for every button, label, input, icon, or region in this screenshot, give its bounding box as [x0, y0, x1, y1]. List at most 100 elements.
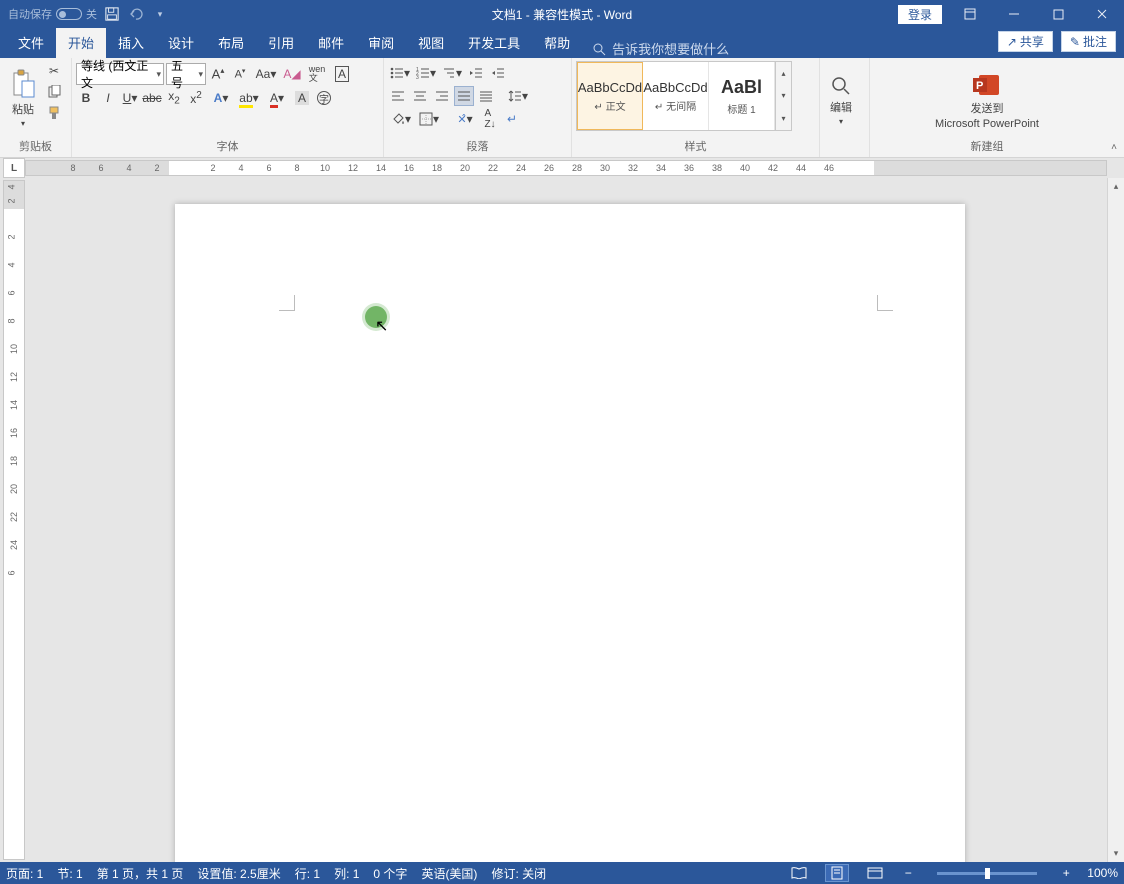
grow-font-button[interactable]: A▴ — [208, 64, 228, 84]
borders-button[interactable]: ▾ — [416, 109, 442, 129]
superscript-button[interactable]: x2 — [186, 88, 206, 108]
maximize-icon[interactable] — [1036, 0, 1080, 28]
undo-icon[interactable] — [127, 5, 145, 23]
style-nospacing[interactable]: AaBbCcDd ↵ 无间隔 — [643, 62, 709, 130]
scroll-down-icon[interactable]: ▾ — [1108, 845, 1124, 862]
highlight-button[interactable]: ab▾ — [236, 88, 262, 108]
change-case-button[interactable]: Aa▾ — [252, 64, 280, 84]
style-normal[interactable]: AaBbCcDd ↵ 正文 — [577, 62, 643, 130]
align-center-button[interactable] — [410, 86, 430, 106]
comments-button[interactable]: ✎批注 — [1061, 31, 1116, 52]
ruler-horizontal[interactable]: 8642246810121416182022242628303234363840… — [25, 160, 1107, 176]
align-left-button[interactable] — [388, 86, 408, 106]
editing-button[interactable]: 编辑 ▾ — [824, 61, 858, 140]
sort-button[interactable]: AZ↓ — [480, 109, 500, 129]
view-web-button[interactable] — [863, 864, 887, 882]
bold-button[interactable]: B — [76, 88, 96, 108]
web-icon — [867, 867, 883, 879]
bold-icon: B — [82, 91, 91, 105]
qat-more-icon[interactable]: ▾ — [151, 5, 169, 23]
ruler-vertical[interactable]: 42246810121416182022246 — [3, 180, 25, 860]
zoom-slider[interactable] — [937, 872, 1037, 875]
tell-me-search[interactable]: 告诉我你想要做什么 — [592, 39, 729, 58]
format-painter-button[interactable] — [44, 103, 64, 123]
cut-button[interactable]: ✂ — [44, 61, 64, 81]
tab-insert[interactable]: 插入 — [106, 28, 156, 58]
status-pages[interactable]: 第 1 页，共 1 页 — [97, 865, 184, 882]
align-right-button[interactable] — [432, 86, 452, 106]
tab-developer[interactable]: 开发工具 — [456, 28, 532, 58]
zoom-out-button[interactable]: − — [901, 866, 915, 880]
font-size-combo[interactable]: 五号 — [166, 63, 206, 85]
scroll-up-icon[interactable]: ▴ — [1108, 178, 1124, 195]
close-icon[interactable] — [1080, 0, 1124, 28]
autosave-control[interactable]: 自动保存 关 — [8, 6, 97, 22]
status-section[interactable]: 节: 1 — [57, 865, 82, 882]
tab-selector[interactable]: L — [3, 158, 25, 178]
collapse-ribbon-button[interactable]: ˄ — [1104, 58, 1124, 157]
underline-button[interactable]: U▾ — [120, 88, 140, 108]
decrease-indent-button[interactable] — [466, 63, 486, 83]
login-button[interactable]: 登录 — [898, 5, 942, 24]
eraser-icon: A◢ — [283, 67, 300, 81]
tab-references[interactable]: 引用 — [256, 28, 306, 58]
status-page[interactable]: 页面: 1 — [6, 865, 43, 882]
share-label: 共享 — [1020, 33, 1044, 50]
status-lang[interactable]: 英语(美国) — [421, 865, 477, 882]
view-read-button[interactable] — [787, 864, 811, 882]
font-name-combo[interactable]: 等线 (西文正文 — [76, 63, 164, 85]
tab-layout[interactable]: 布局 — [206, 28, 256, 58]
paste-button[interactable]: 粘贴 ▾ — [4, 61, 42, 136]
distributed-button[interactable] — [476, 86, 496, 106]
font-color-button[interactable]: A▾ — [264, 88, 290, 108]
page[interactable]: ↖ — [175, 204, 965, 862]
minimize-icon[interactable] — [992, 0, 1036, 28]
status-track[interactable]: 修订: 关闭 — [491, 865, 546, 882]
style-heading1[interactable]: AaBl 标题 1 — [709, 62, 775, 130]
styles-gallery[interactable]: AaBbCcDd ↵ 正文 AaBbCcDd ↵ 无间隔 AaBl 标题 1 ▴… — [576, 61, 792, 131]
italic-button[interactable]: I — [98, 88, 118, 108]
tab-help[interactable]: 帮助 — [532, 28, 582, 58]
asian-layout-button[interactable]: ✕̂▾ — [452, 109, 478, 129]
shading-button[interactable]: ▾ — [388, 109, 414, 129]
phonetic-guide-button[interactable]: wen文 — [304, 64, 330, 84]
ribbon-display-icon[interactable] — [948, 0, 992, 28]
zoom-in-button[interactable]: + — [1059, 866, 1073, 880]
subscript-button[interactable]: x2 — [164, 88, 184, 108]
status-setting[interactable]: 设置值: 2.5厘米 — [197, 865, 280, 882]
scrollbar-vertical[interactable]: ▴ ▾ — [1107, 178, 1124, 862]
save-icon[interactable] — [103, 5, 121, 23]
gallery-expand[interactable]: ▴▾▾ — [775, 62, 791, 130]
status-words[interactable]: 0 个字 — [373, 865, 407, 882]
line-spacing-button[interactable]: ▾ — [506, 86, 530, 106]
send-to-ppt-button[interactable]: P 发送到 Microsoft PowerPoint — [929, 61, 1045, 136]
svg-text:P: P — [976, 80, 983, 92]
char-shading-button[interactable]: A — [292, 88, 312, 108]
increase-indent-button[interactable] — [488, 63, 508, 83]
char-border-button[interactable]: A — [332, 64, 352, 84]
shrink-font-button[interactable]: A▾ — [230, 64, 250, 84]
numbering-button[interactable]: 123▾ — [414, 63, 438, 83]
tab-view[interactable]: 视图 — [406, 28, 456, 58]
page-viewport[interactable]: ↖ — [25, 178, 1124, 862]
tab-home[interactable]: 开始 — [56, 28, 106, 58]
status-col[interactable]: 列: 1 — [334, 865, 359, 882]
editing-label: 编辑 — [830, 99, 852, 115]
strikethrough-button[interactable]: abc — [142, 88, 162, 108]
share-button[interactable]: ↗共享 — [998, 31, 1053, 52]
zoom-level[interactable]: 100% — [1087, 866, 1118, 880]
enclose-char-button[interactable]: 字 — [314, 88, 334, 108]
clear-format-button[interactable]: A◢ — [282, 64, 302, 84]
show-marks-button[interactable]: ↵ — [502, 109, 522, 129]
tab-mailings[interactable]: 邮件 — [306, 28, 356, 58]
status-line[interactable]: 行: 1 — [295, 865, 320, 882]
tab-file[interactable]: 文件 — [6, 28, 56, 58]
view-print-button[interactable] — [825, 864, 849, 882]
tab-review[interactable]: 审阅 — [356, 28, 406, 58]
copy-button[interactable] — [44, 82, 64, 102]
multilevel-button[interactable]: ▾ — [440, 63, 464, 83]
text-effects-button[interactable]: A▾ — [208, 88, 234, 108]
bullets-button[interactable]: ▾ — [388, 63, 412, 83]
tab-design[interactable]: 设计 — [156, 28, 206, 58]
align-justify-button[interactable] — [454, 86, 474, 106]
